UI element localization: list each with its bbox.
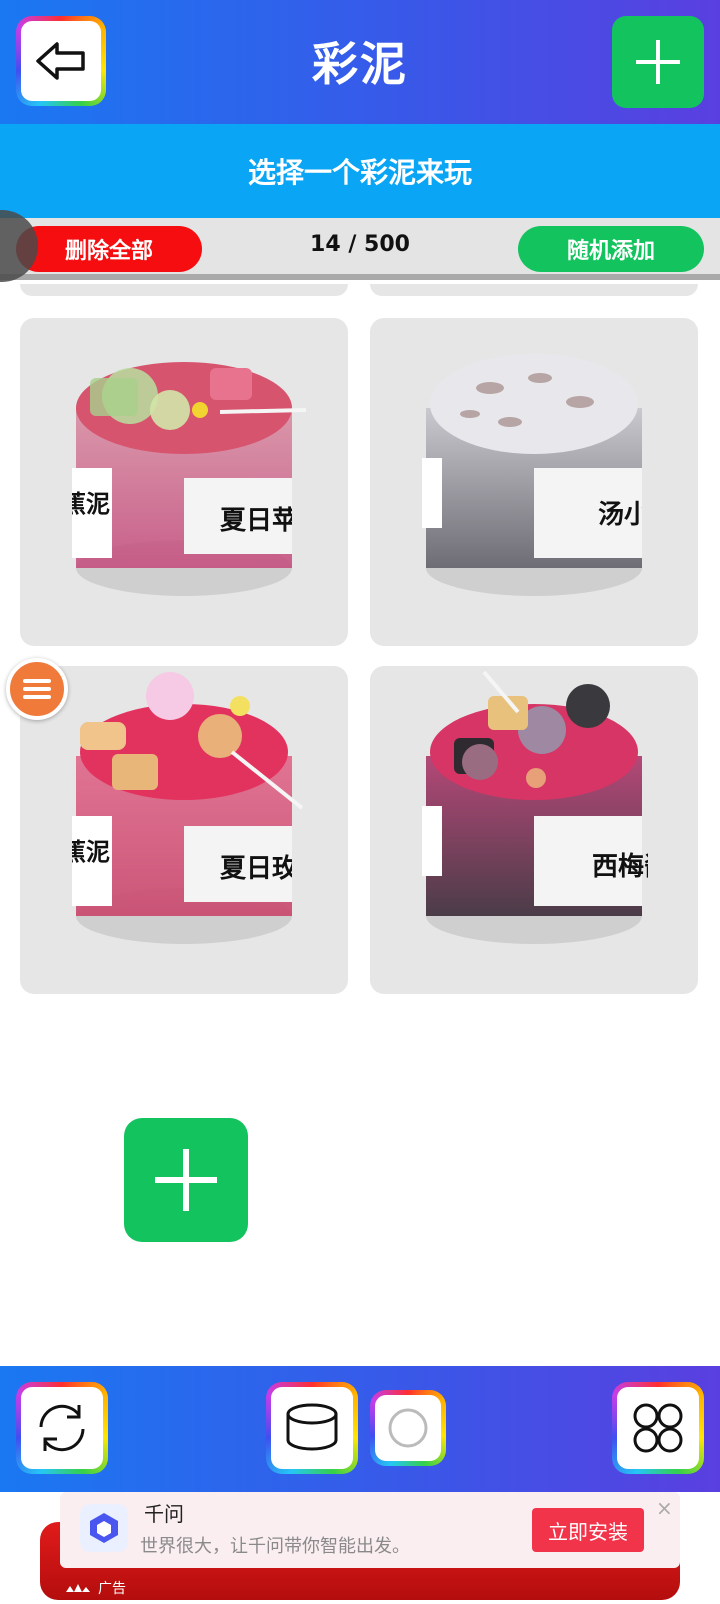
slime-card[interactable]: 汤小团	[370, 318, 698, 646]
refresh-button[interactable]	[16, 1382, 108, 1474]
circle-icon	[388, 1408, 428, 1448]
jar-view-button[interactable]	[266, 1382, 358, 1474]
ad-app-name: 千问	[144, 1502, 184, 1526]
ad-banner[interactable]: 千问 世界很大，让千问带你智能出发。 立即安装 × 广告	[0, 1492, 720, 1604]
random-add-label: 随机添加	[566, 239, 655, 264]
menu-icon-bar	[23, 695, 51, 699]
slime-jar-image	[72, 362, 307, 596]
plus-icon	[155, 1149, 217, 1211]
close-icon[interactable]: ×	[656, 1496, 673, 1520]
add-slime-top-button[interactable]	[612, 16, 704, 108]
ad-tag-label: 广告	[98, 1581, 126, 1597]
ad-tag: 广告	[66, 1578, 126, 1598]
slime-jar-image	[422, 670, 642, 944]
slime-card[interactable]: 香蕉泥 夏日玫瑰	[20, 666, 348, 994]
list-toolbar: 删除全部 14 / 500 随机添加	[0, 218, 720, 280]
jar-label: 夏日玫瑰	[220, 854, 292, 884]
install-label: 立即安装	[548, 1519, 628, 1544]
card-peek-left	[20, 284, 348, 296]
ad-network-icon	[66, 1584, 90, 1592]
jar-label: 夏日苹果	[220, 506, 292, 536]
jar-label: 汤小团	[598, 500, 642, 530]
menu-icon-bar	[23, 687, 51, 691]
grid-view-button[interactable]	[612, 1382, 704, 1474]
slime-jar-image	[72, 672, 304, 944]
bottom-toolbar	[0, 1366, 720, 1492]
slime-card[interactable]: 西梅酱	[370, 666, 698, 994]
plus-icon	[636, 40, 680, 84]
instruction-banner: 选择一个彩泥来玩	[0, 124, 720, 218]
slime-jar-image	[422, 354, 642, 596]
menu-icon-bar	[23, 679, 51, 683]
refresh-icon	[39, 1404, 85, 1452]
grid-icon	[633, 1403, 683, 1453]
top-app-bar: 彩泥	[0, 0, 720, 124]
circle-view-button[interactable]	[370, 1390, 446, 1466]
random-add-button[interactable]: 随机添加	[518, 226, 704, 272]
install-button[interactable]: 立即安装	[532, 1508, 644, 1552]
jar-side-label: 香蕉泥	[72, 838, 110, 866]
ad-description: 世界很大，让千问带你智能出发。	[140, 1536, 410, 1557]
menu-fab[interactable]	[6, 658, 68, 720]
jar-label: 西梅酱	[592, 852, 648, 882]
jar-icon	[286, 1403, 338, 1451]
jar-side-label: 香蕉泥	[72, 490, 110, 518]
add-slime-button[interactable]	[124, 1118, 248, 1242]
card-peek-right	[370, 284, 698, 296]
instruction-text: 选择一个彩泥来玩	[247, 156, 472, 189]
slime-card[interactable]: 香蕉泥 夏日苹果	[20, 318, 348, 646]
app-logo-icon	[80, 1504, 128, 1552]
